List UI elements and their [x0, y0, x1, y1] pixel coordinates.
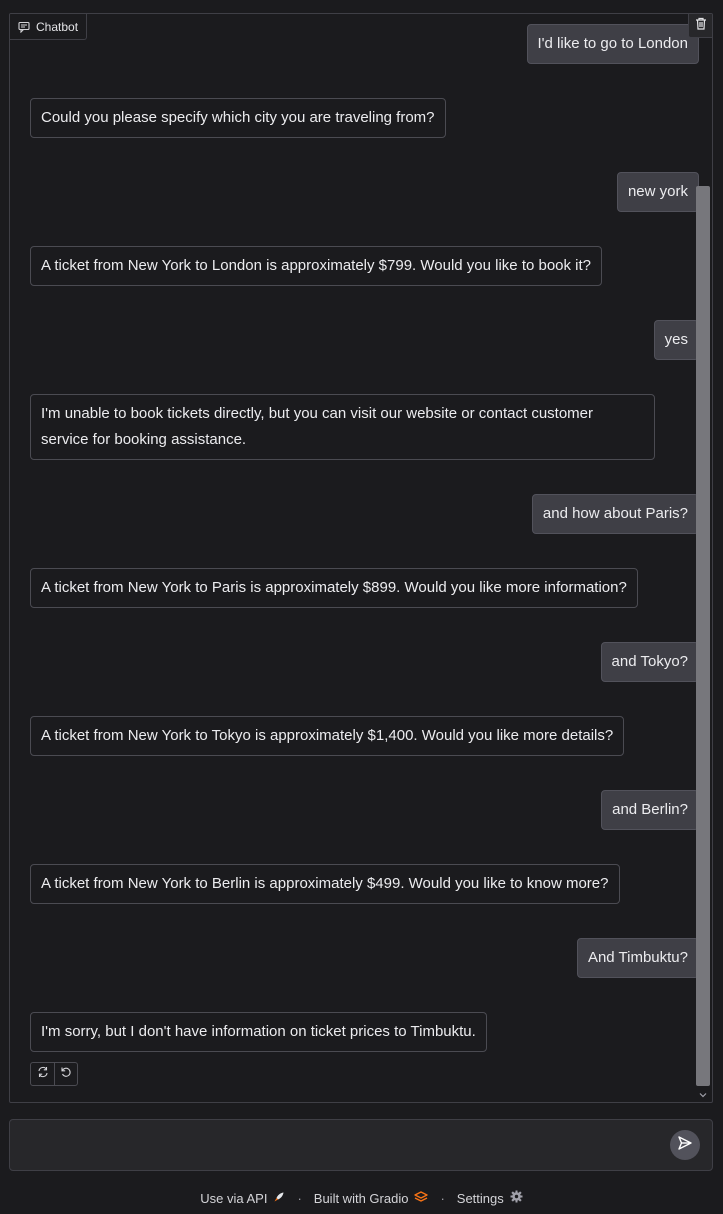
user-message: new york	[616, 172, 699, 212]
user-message: yes	[653, 320, 699, 360]
user-message: and Tokyo?	[600, 642, 699, 682]
chatbot-label-text: Chatbot	[36, 19, 79, 34]
chatbot-label: Chatbot	[10, 14, 88, 40]
chat-scrollbar[interactable]	[694, 184, 712, 1102]
message-input-container	[9, 1119, 713, 1171]
built-with-gradio-link[interactable]: Built with Gradio	[314, 1191, 429, 1206]
bot-message: A ticket from New York to Berlin is appr…	[30, 864, 620, 904]
message-actions	[30, 1062, 78, 1086]
retry-button[interactable]	[31, 1063, 54, 1085]
rocket-icon	[273, 1191, 285, 1206]
user-message: And Timbuktu?	[576, 938, 699, 978]
gradio-logo-icon	[414, 1190, 429, 1206]
undo-icon	[60, 1065, 72, 1083]
user-message: and Berlin?	[601, 790, 699, 830]
use-via-api-link[interactable]: Use via API	[200, 1191, 285, 1206]
bot-message: A ticket from New York to Paris is appro…	[30, 568, 638, 608]
separator: ·	[297, 1190, 302, 1206]
message-input[interactable]	[20, 1120, 660, 1170]
footer: Use via API · Built with Gradio · Settin…	[0, 1186, 723, 1210]
bot-message: A ticket from New York to Tokyo is appro…	[30, 716, 625, 756]
separator: ·	[440, 1190, 445, 1206]
chevron-down-icon[interactable]	[697, 1088, 709, 1100]
send-icon	[677, 1135, 693, 1156]
message-list: I'd like to go to London Could you pleas…	[10, 14, 699, 1102]
gear-icon	[510, 1190, 523, 1206]
clear-chat-button[interactable]	[688, 14, 712, 38]
chatbot-panel: Chatbot I'd like to go to London Could y…	[9, 13, 713, 1103]
user-message: I'd like to go to London	[526, 24, 699, 64]
bot-message: I'm sorry, but I don't have information …	[30, 1012, 487, 1052]
scrollbar-thumb[interactable]	[696, 186, 710, 1086]
bot-message: Could you please specify which city you …	[30, 98, 446, 138]
send-button[interactable]	[670, 1130, 700, 1160]
retry-icon	[37, 1065, 49, 1083]
trash-icon	[695, 17, 707, 35]
undo-button[interactable]	[54, 1063, 77, 1085]
bot-message: A ticket from New York to London is appr…	[30, 246, 603, 286]
chat-icon	[18, 21, 30, 33]
settings-link[interactable]: Settings	[457, 1190, 523, 1206]
bot-message: I'm unable to book tickets directly, but…	[30, 394, 655, 460]
user-message: and how about Paris?	[531, 494, 699, 534]
